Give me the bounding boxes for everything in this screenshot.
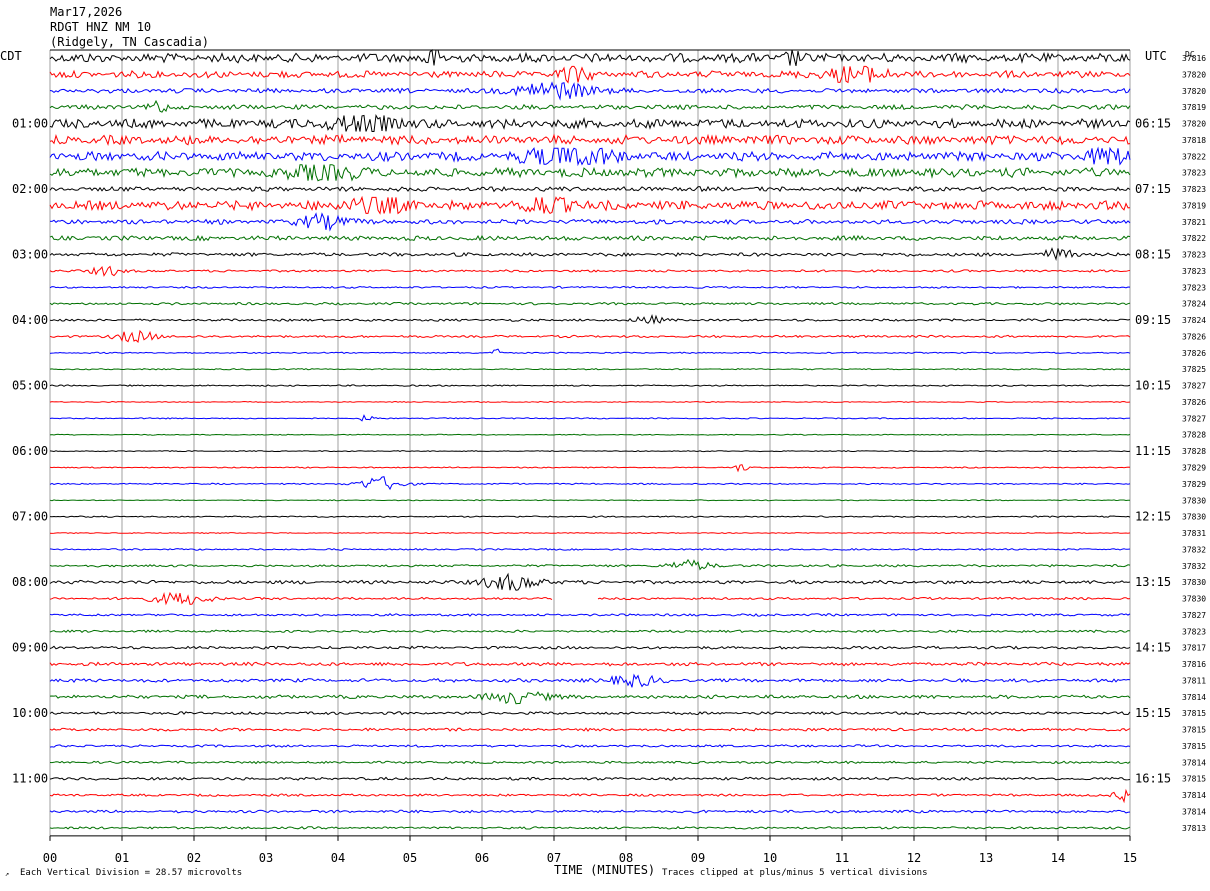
cdt-hour-label: 11:00 <box>12 772 48 786</box>
cdt-hour-label: 02:00 <box>12 182 48 196</box>
utc-hour-label: 16:15 <box>1135 772 1171 786</box>
dc-offset-label: 37817 <box>1182 644 1206 653</box>
x-tick-label: 12 <box>907 851 921 865</box>
x-axis-label: TIME (MINUTES) <box>554 863 655 877</box>
dc-offset-label: 37814 <box>1182 791 1206 800</box>
x-tick-label: 11 <box>835 851 849 865</box>
dc-offset-label: 37823 <box>1182 627 1206 636</box>
cdt-hour-label: 07:00 <box>12 510 48 524</box>
dc-offset-label: 37814 <box>1182 758 1206 767</box>
dc-offset-label: 37825 <box>1182 365 1206 374</box>
dc-offset-label: 37814 <box>1182 807 1206 816</box>
utc-hour-label: 13:15 <box>1135 575 1171 589</box>
dc-offset-label: 37828 <box>1182 447 1206 456</box>
cdt-hour-label: 10:00 <box>12 706 48 720</box>
x-tick-label: 03 <box>259 851 273 865</box>
dc-offset-label: 37832 <box>1182 545 1206 554</box>
header-location: (Ridgely, TN Cascadia) <box>50 35 209 49</box>
trace-line <box>49 532 1131 535</box>
dc-offset-label: 37818 <box>1182 136 1206 145</box>
dc-offset-label: 37813 <box>1182 824 1206 833</box>
x-tick-label: 00 <box>43 851 57 865</box>
plot-background <box>0 0 1210 886</box>
cdt-hour-label: 05:00 <box>12 379 48 393</box>
x-tick-label: 14 <box>1051 851 1065 865</box>
dc-offset-label: 37822 <box>1182 234 1206 243</box>
utc-hour-label: 09:15 <box>1135 313 1171 327</box>
x-tick-label: 06 <box>475 851 489 865</box>
dc-offset-label: 37823 <box>1182 185 1206 194</box>
dc-offset-label: 37820 <box>1182 70 1206 79</box>
dc-offset-label: 37829 <box>1182 480 1206 489</box>
x-tick-label: 04 <box>331 851 345 865</box>
x-tick-label: 15 <box>1123 851 1137 865</box>
dc-offset-label: 37824 <box>1182 300 1206 309</box>
scale-note: Each Vertical Division = 28.57 microvolt… <box>20 868 242 878</box>
x-tick-label: 10 <box>763 851 777 865</box>
dc-offset-label: 37826 <box>1182 398 1206 407</box>
dc-offset-label: 37816 <box>1182 54 1206 63</box>
dc-offset-label: 37820 <box>1182 120 1206 129</box>
dc-offset-label: 37827 <box>1182 611 1206 620</box>
x-tick-label: 05 <box>403 851 417 865</box>
cdt-hour-label: 03:00 <box>12 248 48 262</box>
dc-offset-label: 37830 <box>1182 513 1206 522</box>
utc-hour-label: 11:15 <box>1135 444 1171 458</box>
dc-offset-label: 37815 <box>1182 726 1206 735</box>
dc-offset-label: 37821 <box>1182 218 1206 227</box>
dc-offset-label: 37826 <box>1182 332 1206 341</box>
x-tick-label: 13 <box>979 851 993 865</box>
utc-hour-label: 10:15 <box>1135 379 1171 393</box>
header-station: RDGT HNZ NM 10 <box>50 20 151 34</box>
utc-hour-label: 15:15 <box>1135 706 1171 720</box>
cdt-hour-label: 06:00 <box>12 444 48 458</box>
utc-hour-label: 14:15 <box>1135 641 1171 655</box>
dc-offset-label: 37829 <box>1182 464 1206 473</box>
utc-hour-label: 07:15 <box>1135 182 1171 196</box>
cdt-hour-label: 08:00 <box>12 575 48 589</box>
dc-offset-label: 37823 <box>1182 169 1206 178</box>
dc-offset-label: 37827 <box>1182 382 1206 391</box>
dc-offset-label: 37814 <box>1182 693 1206 702</box>
dc-offset-label: 37811 <box>1182 676 1206 685</box>
dc-offset-label: 37816 <box>1182 660 1206 669</box>
dc-offset-label: 37826 <box>1182 349 1206 358</box>
utc-hour-label: 12:15 <box>1135 510 1171 524</box>
x-tick-label: 01 <box>115 851 129 865</box>
dc-offset-label: 37824 <box>1182 316 1206 325</box>
seismogram-page: Mar17,2026 RDGT HNZ NM 10 (Ridgely, TN C… <box>0 0 1210 886</box>
dc-offset-label: 37819 <box>1182 201 1206 210</box>
cdt-hour-label: 04:00 <box>12 313 48 327</box>
dc-offset-label: 37815 <box>1182 709 1206 718</box>
utc-hour-label: 06:15 <box>1135 117 1171 131</box>
clip-note: Traces clipped at plus/minus 5 vertical … <box>662 868 928 878</box>
dc-offset-label: 37823 <box>1182 283 1206 292</box>
header-date: Mar17,2026 <box>50 5 122 19</box>
dc-offset-label: 37831 <box>1182 529 1206 538</box>
dc-offset-label: 37823 <box>1182 267 1206 276</box>
dc-offset-label: 37819 <box>1182 103 1206 112</box>
helicorder-plot: Mar17,2026 RDGT HNZ NM 10 (Ridgely, TN C… <box>0 0 1210 886</box>
dc-offset-label: 37830 <box>1182 595 1206 604</box>
x-tick-label: 02 <box>187 851 201 865</box>
dc-offset-label: 37830 <box>1182 496 1206 505</box>
dc-offset-label: 37823 <box>1182 251 1206 260</box>
utc-hour-label: 08:15 <box>1135 248 1171 262</box>
cdt-hour-label: 09:00 <box>12 641 48 655</box>
dc-offset-label: 37822 <box>1182 152 1206 161</box>
cdt-hour-label: 01:00 <box>12 117 48 131</box>
dc-offset-label: 37827 <box>1182 414 1206 423</box>
dc-offset-label: 37832 <box>1182 562 1206 571</box>
dc-offset-label: 37828 <box>1182 431 1206 440</box>
x-tick-label: 09 <box>691 851 705 865</box>
left-timezone-label: CDT <box>0 49 22 63</box>
right-timezone-label: UTC <box>1145 49 1167 63</box>
dc-offset-label: 37815 <box>1182 775 1206 784</box>
dc-offset-label: 37820 <box>1182 87 1206 96</box>
dc-offset-label: 37830 <box>1182 578 1206 587</box>
scale-icon: ↗ <box>5 870 9 878</box>
dc-offset-label: 37815 <box>1182 742 1206 751</box>
